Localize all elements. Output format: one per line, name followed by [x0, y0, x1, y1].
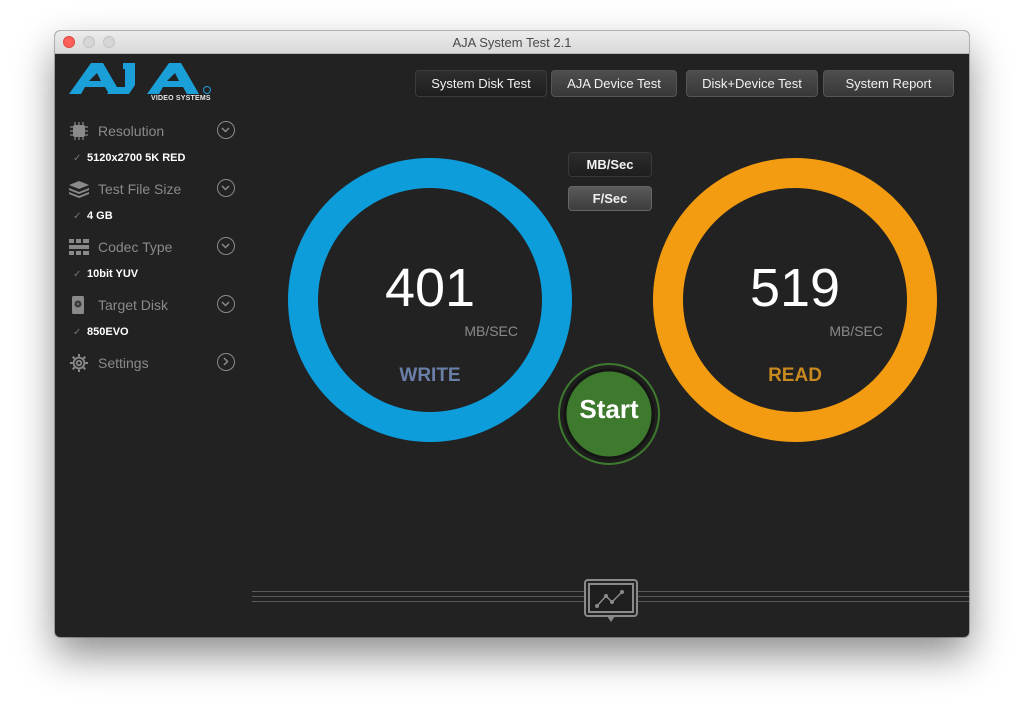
- test-file-size-value: 4 GB: [87, 210, 113, 222]
- read-speed-unit: MB/SEC: [829, 323, 883, 339]
- sidebar-item-resolution[interactable]: Resolution: [69, 120, 239, 142]
- logo-subtitle: VIDEO SYSTEMS: [151, 95, 211, 102]
- tab-system-report[interactable]: System Report: [823, 70, 954, 97]
- check-icon: ✓: [73, 153, 82, 164]
- app-window: AJA System Test 2.1 VIDEO SYSTEMS Resolu…: [55, 31, 969, 637]
- line-graph-icon: [584, 579, 638, 622]
- chip-icon: [70, 122, 88, 140]
- aja-logo-mark: [69, 63, 211, 94]
- read-speed-value: 519: [749, 258, 841, 318]
- tab-aja-device-test[interactable]: AJA Device Test: [551, 70, 677, 97]
- gear-icon: [70, 354, 88, 372]
- codec-type-value: 10bit YUV: [87, 268, 139, 280]
- read-gauge: 519 MB/SEC READ: [652, 157, 938, 443]
- sidebar-item-label: Settings: [98, 355, 149, 371]
- sidebar-item-codec-type[interactable]: Codec Type: [69, 236, 239, 258]
- check-icon: ✓: [73, 327, 82, 338]
- start-button[interactable]: Start: [557, 362, 661, 466]
- write-label: WRITE: [399, 365, 461, 386]
- check-icon: ✓: [73, 269, 82, 280]
- sidebar-item-settings[interactable]: Settings: [69, 352, 239, 374]
- chevron-down-icon[interactable]: [217, 121, 235, 139]
- write-speed-value: 401: [384, 258, 476, 318]
- chevron-down-icon[interactable]: [217, 295, 235, 313]
- mb-per-sec-button[interactable]: MB/Sec: [568, 152, 652, 177]
- disk-icon: [72, 296, 84, 314]
- stack-icon: [69, 181, 89, 198]
- chevron-down-icon[interactable]: [217, 179, 235, 197]
- frames-per-sec-button[interactable]: F/Sec: [568, 186, 652, 211]
- write-speed-unit: MB/SEC: [464, 323, 518, 339]
- sidebar-item-test-file-size[interactable]: Test File Size: [69, 178, 239, 200]
- chevron-down-icon[interactable]: [217, 237, 235, 255]
- window-title: AJA System Test 2.1: [452, 35, 572, 50]
- tab-system-disk-test[interactable]: System Disk Test: [415, 70, 547, 97]
- chevron-right-icon[interactable]: [217, 353, 235, 371]
- sidebar-item-label: Target Disk: [98, 297, 169, 313]
- sidebar-item-label: Codec Type: [98, 239, 173, 255]
- graph-toggle-button[interactable]: [584, 579, 638, 623]
- target-disk-value: 850EVO: [87, 326, 129, 338]
- write-gauge: 401 MB/SEC WRITE: [287, 157, 573, 443]
- sidebar-item-label: Test File Size: [98, 181, 182, 197]
- sidebar-item-label: Resolution: [98, 123, 165, 139]
- start-label: Start: [579, 394, 639, 424]
- resolution-value: 5120x2700 5K RED: [87, 152, 186, 164]
- tab-disk-device-test[interactable]: Disk+Device Test: [686, 70, 818, 97]
- title-bar[interactable]: AJA System Test 2.1: [55, 31, 969, 54]
- sidebar-item-target-disk[interactable]: Target Disk: [69, 294, 239, 316]
- check-icon: ✓: [73, 211, 82, 222]
- grid-icon: [69, 239, 89, 255]
- read-label: READ: [768, 365, 822, 386]
